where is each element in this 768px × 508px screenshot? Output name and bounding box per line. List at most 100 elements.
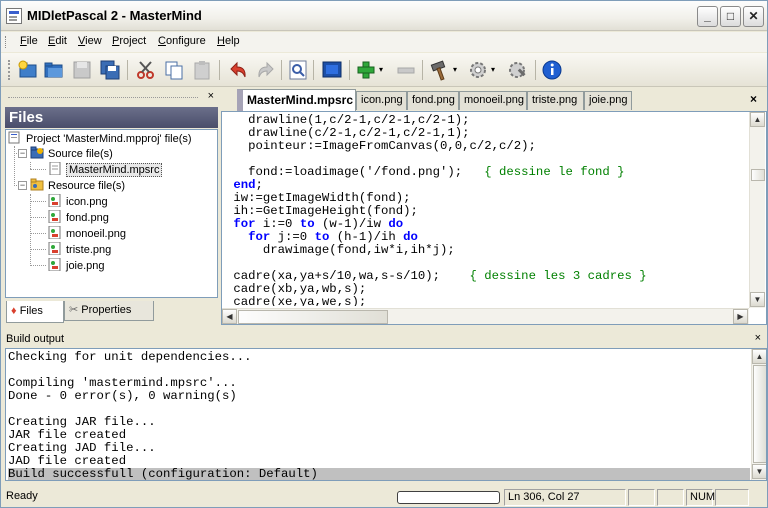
app-icon: [6, 8, 22, 24]
tree-node-resource-file[interactable]: triste.png: [48, 241, 112, 257]
tree-node-resource-file[interactable]: monoeil.png: [48, 225, 126, 241]
scroll-left-icon[interactable]: ◀: [222, 309, 237, 324]
tree-node-resource-file[interactable]: fond.png: [48, 209, 109, 225]
resource-file-label: fond.png: [66, 212, 109, 224]
project-label: Project 'MasterMind.mpproj' file(s): [26, 133, 192, 145]
source-folder-label: Source file(s): [48, 148, 113, 160]
build-icon[interactable]: [429, 59, 451, 81]
maximize-icon: □: [726, 9, 735, 23]
remove-icon[interactable]: [395, 59, 417, 81]
editor-tab[interactable]: joie.png: [584, 91, 632, 110]
resource-file-label: triste.png: [66, 244, 112, 256]
output-line: Checking for unit dependencies...: [8, 350, 252, 364]
tree-node-source-folder[interactable]: Source file(s): [30, 146, 113, 161]
resource-file-label: joie.png: [66, 260, 105, 272]
title-bar[interactable]: MIDletPascal 2 - MasterMind _ □ ✕: [1, 1, 767, 31]
files-pane-header[interactable]: ×: [4, 89, 218, 106]
code-line: cadre(xe,ya,we,s);: [226, 295, 367, 307]
tree-line: [30, 217, 46, 218]
add-icon[interactable]: [355, 59, 377, 81]
build-output-title: Build output: [6, 333, 65, 345]
toolbar-grip[interactable]: [8, 60, 11, 80]
paste-icon[interactable]: [191, 59, 213, 81]
tree-line: [30, 169, 46, 170]
tab-properties[interactable]: ✂ Properties: [64, 301, 154, 321]
scroll-up-icon[interactable]: ▲: [752, 349, 766, 364]
undo-icon[interactable]: [227, 59, 249, 81]
scroll-up-icon[interactable]: ▲: [750, 112, 765, 127]
cut-icon[interactable]: [135, 59, 157, 81]
code-area[interactable]: drawline(1,c/2-1,c/2-1,c/2-1); drawline(…: [226, 114, 746, 306]
scroll-thumb[interactable]: [238, 310, 388, 324]
cursor-position: Ln 306, Col 27: [504, 489, 626, 506]
tab-files[interactable]: ♦ Files: [6, 301, 64, 323]
status-text: Ready: [6, 490, 38, 502]
scroll-right-icon[interactable]: ▶: [733, 309, 748, 324]
tree-node-project[interactable]: Project 'MasterMind.mpproj' file(s): [8, 131, 192, 146]
scroll-down-icon[interactable]: ▼: [750, 292, 765, 307]
new-project-icon[interactable]: [17, 59, 39, 81]
menu-help[interactable]: Help: [217, 35, 240, 47]
project-icon: [8, 131, 22, 144]
toolbar-separator: [349, 60, 350, 80]
menu-bar: File Edit View Project Configure Help: [1, 32, 767, 52]
maximize-button[interactable]: □: [720, 6, 741, 27]
toolbar: ▾ ▾ ▾: [1, 53, 767, 87]
redo-icon[interactable]: [255, 59, 277, 81]
scroll-thumb[interactable]: [751, 169, 765, 181]
build-output-header[interactable]: Build output ×: [4, 332, 767, 348]
editor-tab[interactable]: monoeil.png: [459, 91, 527, 110]
editor-vertical-scrollbar[interactable]: ▲ ▼: [749, 112, 765, 308]
editor-tab-label: icon.png: [361, 94, 403, 106]
tree-line: [30, 194, 31, 264]
toolbar-separator: [422, 60, 423, 80]
status-bar: Ready Ln 306, Col 27 NUM: [1, 487, 767, 507]
tree-line: [30, 162, 31, 169]
editor-tab[interactable]: fond.png: [407, 91, 459, 110]
save-all-icon[interactable]: [99, 59, 121, 81]
build-output-panel[interactable]: Checking for unit dependencies... Compil…: [5, 348, 767, 481]
save-icon[interactable]: [71, 59, 93, 81]
find-icon[interactable]: [287, 59, 309, 81]
settings-dropdown-icon[interactable]: ▾: [491, 59, 499, 81]
menu-edit[interactable]: Edit: [48, 35, 67, 47]
editor-tab-active[interactable]: MasterMind.mpsrc: [237, 89, 356, 111]
menu-view[interactable]: View: [78, 35, 102, 47]
code-line: drawimage(fond,iw*i,ih*j);: [226, 243, 455, 257]
scroll-thumb[interactable]: [753, 365, 766, 463]
editor-horizontal-scrollbar[interactable]: ◀ ▶: [222, 308, 749, 324]
minimize-button[interactable]: _: [697, 6, 718, 27]
editor-tab[interactable]: triste.png: [527, 91, 584, 110]
close-button[interactable]: ✕: [743, 6, 764, 27]
tree-node-resource-folder[interactable]: Resource file(s): [30, 178, 125, 193]
build-output-close-icon[interactable]: ×: [755, 332, 761, 344]
tools-icon[interactable]: [507, 59, 529, 81]
copy-icon[interactable]: [163, 59, 185, 81]
build-output-text: Checking for unit dependencies... Compil…: [8, 350, 750, 480]
files-pane-close-icon[interactable]: ×: [208, 90, 214, 102]
menu-project[interactable]: Project: [112, 35, 146, 47]
source-expander-icon[interactable]: −: [18, 149, 27, 158]
scroll-down-icon[interactable]: ▼: [752, 464, 766, 479]
settings-icon[interactable]: [467, 59, 489, 81]
add-dropdown-icon[interactable]: ▾: [379, 59, 387, 81]
output-vertical-scrollbar[interactable]: ▲ ▼: [751, 349, 766, 480]
build-dropdown-icon[interactable]: ▾: [453, 59, 461, 81]
tree-node-source-file[interactable]: MasterMind.mpsrc: [48, 161, 163, 177]
tree-node-resource-file[interactable]: icon.png: [48, 193, 108, 209]
open-icon[interactable]: [43, 59, 65, 81]
editor-tab-label: MasterMind.mpsrc: [247, 93, 354, 107]
code-editor[interactable]: drawline(1,c/2-1,c/2-1,c/2-1); drawline(…: [221, 111, 767, 325]
editor-tab[interactable]: icon.png: [356, 91, 407, 110]
fullscreen-icon[interactable]: [321, 59, 343, 81]
properties-tab-label: Properties: [81, 304, 132, 316]
menu-file[interactable]: File: [20, 35, 38, 47]
progress-bar: [397, 491, 500, 504]
menu-configure[interactable]: Configure: [158, 35, 206, 47]
source-file-label: MasterMind.mpsrc: [66, 163, 163, 177]
resource-expander-icon[interactable]: −: [18, 181, 27, 190]
editor-close-icon[interactable]: ×: [750, 92, 757, 106]
image-file-icon: [48, 241, 62, 256]
tree-node-resource-file[interactable]: joie.png: [48, 257, 105, 273]
info-icon[interactable]: [541, 59, 563, 81]
